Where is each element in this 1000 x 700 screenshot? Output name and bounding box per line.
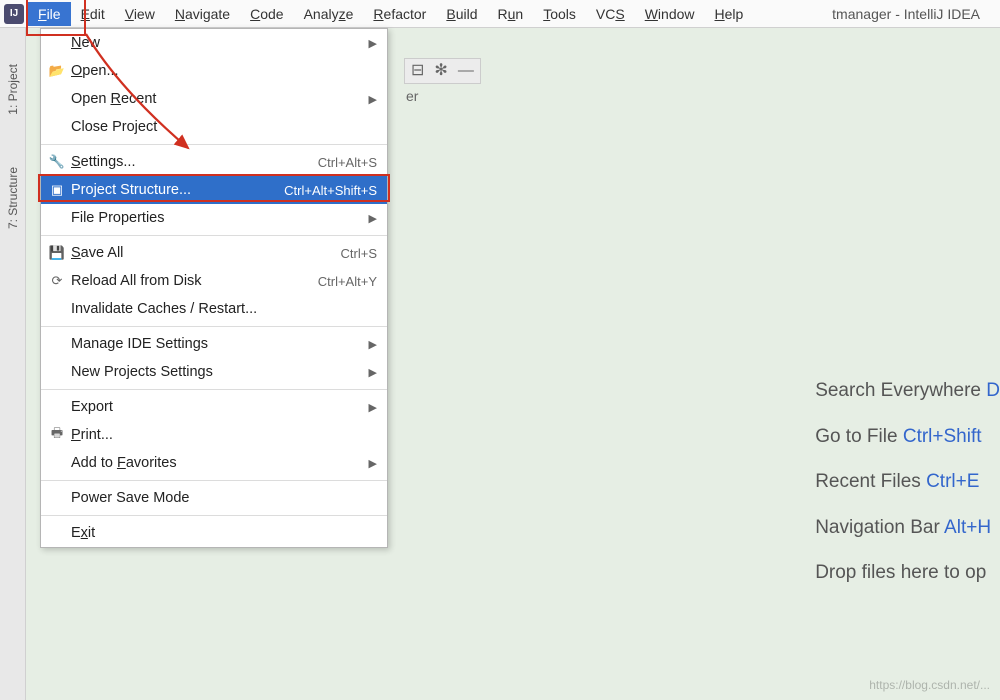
menu-build[interactable]: Build (436, 2, 487, 26)
window-title: tmanager - IntelliJ IDEA (832, 6, 1000, 22)
menu-item-new[interactable]: New▶ (41, 29, 387, 57)
side-tab-project[interactable]: 1: Project (4, 58, 22, 121)
truncated-label: er (406, 88, 418, 104)
print-icon: 🖶 (49, 427, 65, 443)
submenu-arrow-icon: ▶ (369, 338, 377, 351)
menu-separator (41, 389, 387, 390)
submenu-arrow-icon: ▶ (369, 93, 377, 106)
menu-separator (41, 480, 387, 481)
disk-icon: 💾 (49, 245, 65, 261)
menu-navigate[interactable]: Navigate (165, 2, 240, 26)
menu-item-export[interactable]: Export▶ (41, 393, 387, 421)
app-icon: IJ (4, 4, 24, 24)
menu-code[interactable]: Code (240, 2, 293, 26)
menu-item-print[interactable]: 🖶 Print... (41, 421, 387, 449)
wrench-icon: 🔧 (49, 154, 65, 170)
submenu-arrow-icon: ▶ (369, 401, 377, 414)
menubar: IJ File Edit View Navigate Code Analyze … (0, 0, 1000, 28)
menu-refactor[interactable]: Refactor (363, 2, 436, 26)
menu-item-reload[interactable]: ⟳ Reload All from Disk Ctrl+Alt+Y (41, 267, 387, 295)
menu-window[interactable]: Window (635, 2, 705, 26)
menu-item-save-all[interactable]: 💾 Save All Ctrl+S (41, 239, 387, 267)
menu-view[interactable]: View (115, 2, 165, 26)
menu-separator (41, 235, 387, 236)
hint-search: Search Everywhere D (815, 368, 1000, 414)
menu-edit[interactable]: Edit (71, 2, 115, 26)
menu-item-manage-ide-settings[interactable]: Manage IDE Settings▶ (41, 330, 387, 358)
side-tab-structure[interactable]: 7: Structure (4, 161, 22, 235)
reload-icon: ⟳ (49, 273, 65, 289)
hint-recent-files: Recent Files Ctrl+E (815, 459, 1000, 505)
gear-icon[interactable]: ✻ (434, 63, 447, 79)
menu-item-invalidate-caches[interactable]: Invalidate Caches / Restart... (41, 295, 387, 323)
menu-item-open-recent[interactable]: Open Recent▶ (41, 85, 387, 113)
hint-drop-files: Drop files here to op (815, 550, 1000, 596)
shortcut-label: Ctrl+Alt+Shift+S (284, 183, 377, 198)
watermark: https://blog.csdn.net/... (869, 678, 990, 692)
hint-goto-file: Go to File Ctrl+Shift (815, 414, 1000, 460)
structure-icon: ▣ (49, 182, 65, 198)
menu-separator (41, 144, 387, 145)
submenu-arrow-icon: ▶ (369, 212, 377, 225)
menu-file[interactable]: File (28, 2, 71, 26)
menu-item-power-save[interactable]: Power Save Mode (41, 484, 387, 512)
menu-item-open[interactable]: 📂 Open... (41, 57, 387, 85)
shortcut-label: Ctrl+Alt+Y (318, 274, 377, 289)
shortcut-label: Ctrl+S (341, 246, 377, 261)
menu-analyze[interactable]: Analyze (294, 2, 364, 26)
menu-item-file-properties[interactable]: File Properties▶ (41, 204, 387, 232)
file-menu-dropdown: New▶ 📂 Open... Open Recent▶ Close Projec… (40, 28, 388, 548)
menu-item-project-structure[interactable]: ▣ Project Structure... Ctrl+Alt+Shift+S (41, 176, 387, 204)
submenu-arrow-icon: ▶ (369, 366, 377, 379)
menu-vcs[interactable]: VCS (586, 2, 635, 26)
shortcut-label: Ctrl+Alt+S (318, 155, 377, 170)
menu-item-add-to-favorites[interactable]: Add to Favorites▶ (41, 449, 387, 477)
tool-window-header: ⊟ ✻ — (404, 58, 481, 84)
menu-run[interactable]: Run (488, 2, 534, 26)
welcome-hints: Search Everywhere D Go to File Ctrl+Shif… (815, 368, 1000, 596)
menu-item-new-projects-settings[interactable]: New Projects Settings▶ (41, 358, 387, 386)
submenu-arrow-icon: ▶ (369, 457, 377, 470)
menu-item-exit[interactable]: Exit (41, 519, 387, 547)
hint-nav-bar: Navigation Bar Alt+H (815, 505, 1000, 551)
submenu-arrow-icon: ▶ (369, 37, 377, 50)
minimize-icon[interactable]: — (458, 63, 474, 79)
folder-open-icon: 📂 (49, 63, 65, 79)
menu-item-close-project[interactable]: Close Project (41, 113, 387, 141)
menu-tools[interactable]: Tools (533, 2, 586, 26)
menu-help[interactable]: Help (705, 2, 754, 26)
menu-item-settings[interactable]: 🔧 Settings... Ctrl+Alt+S (41, 148, 387, 176)
menu-separator (41, 326, 387, 327)
pin-icon[interactable]: ⊟ (411, 63, 424, 79)
tool-window-bar-left: 1: Project 7: Structure (0, 28, 26, 700)
menu-separator (41, 515, 387, 516)
